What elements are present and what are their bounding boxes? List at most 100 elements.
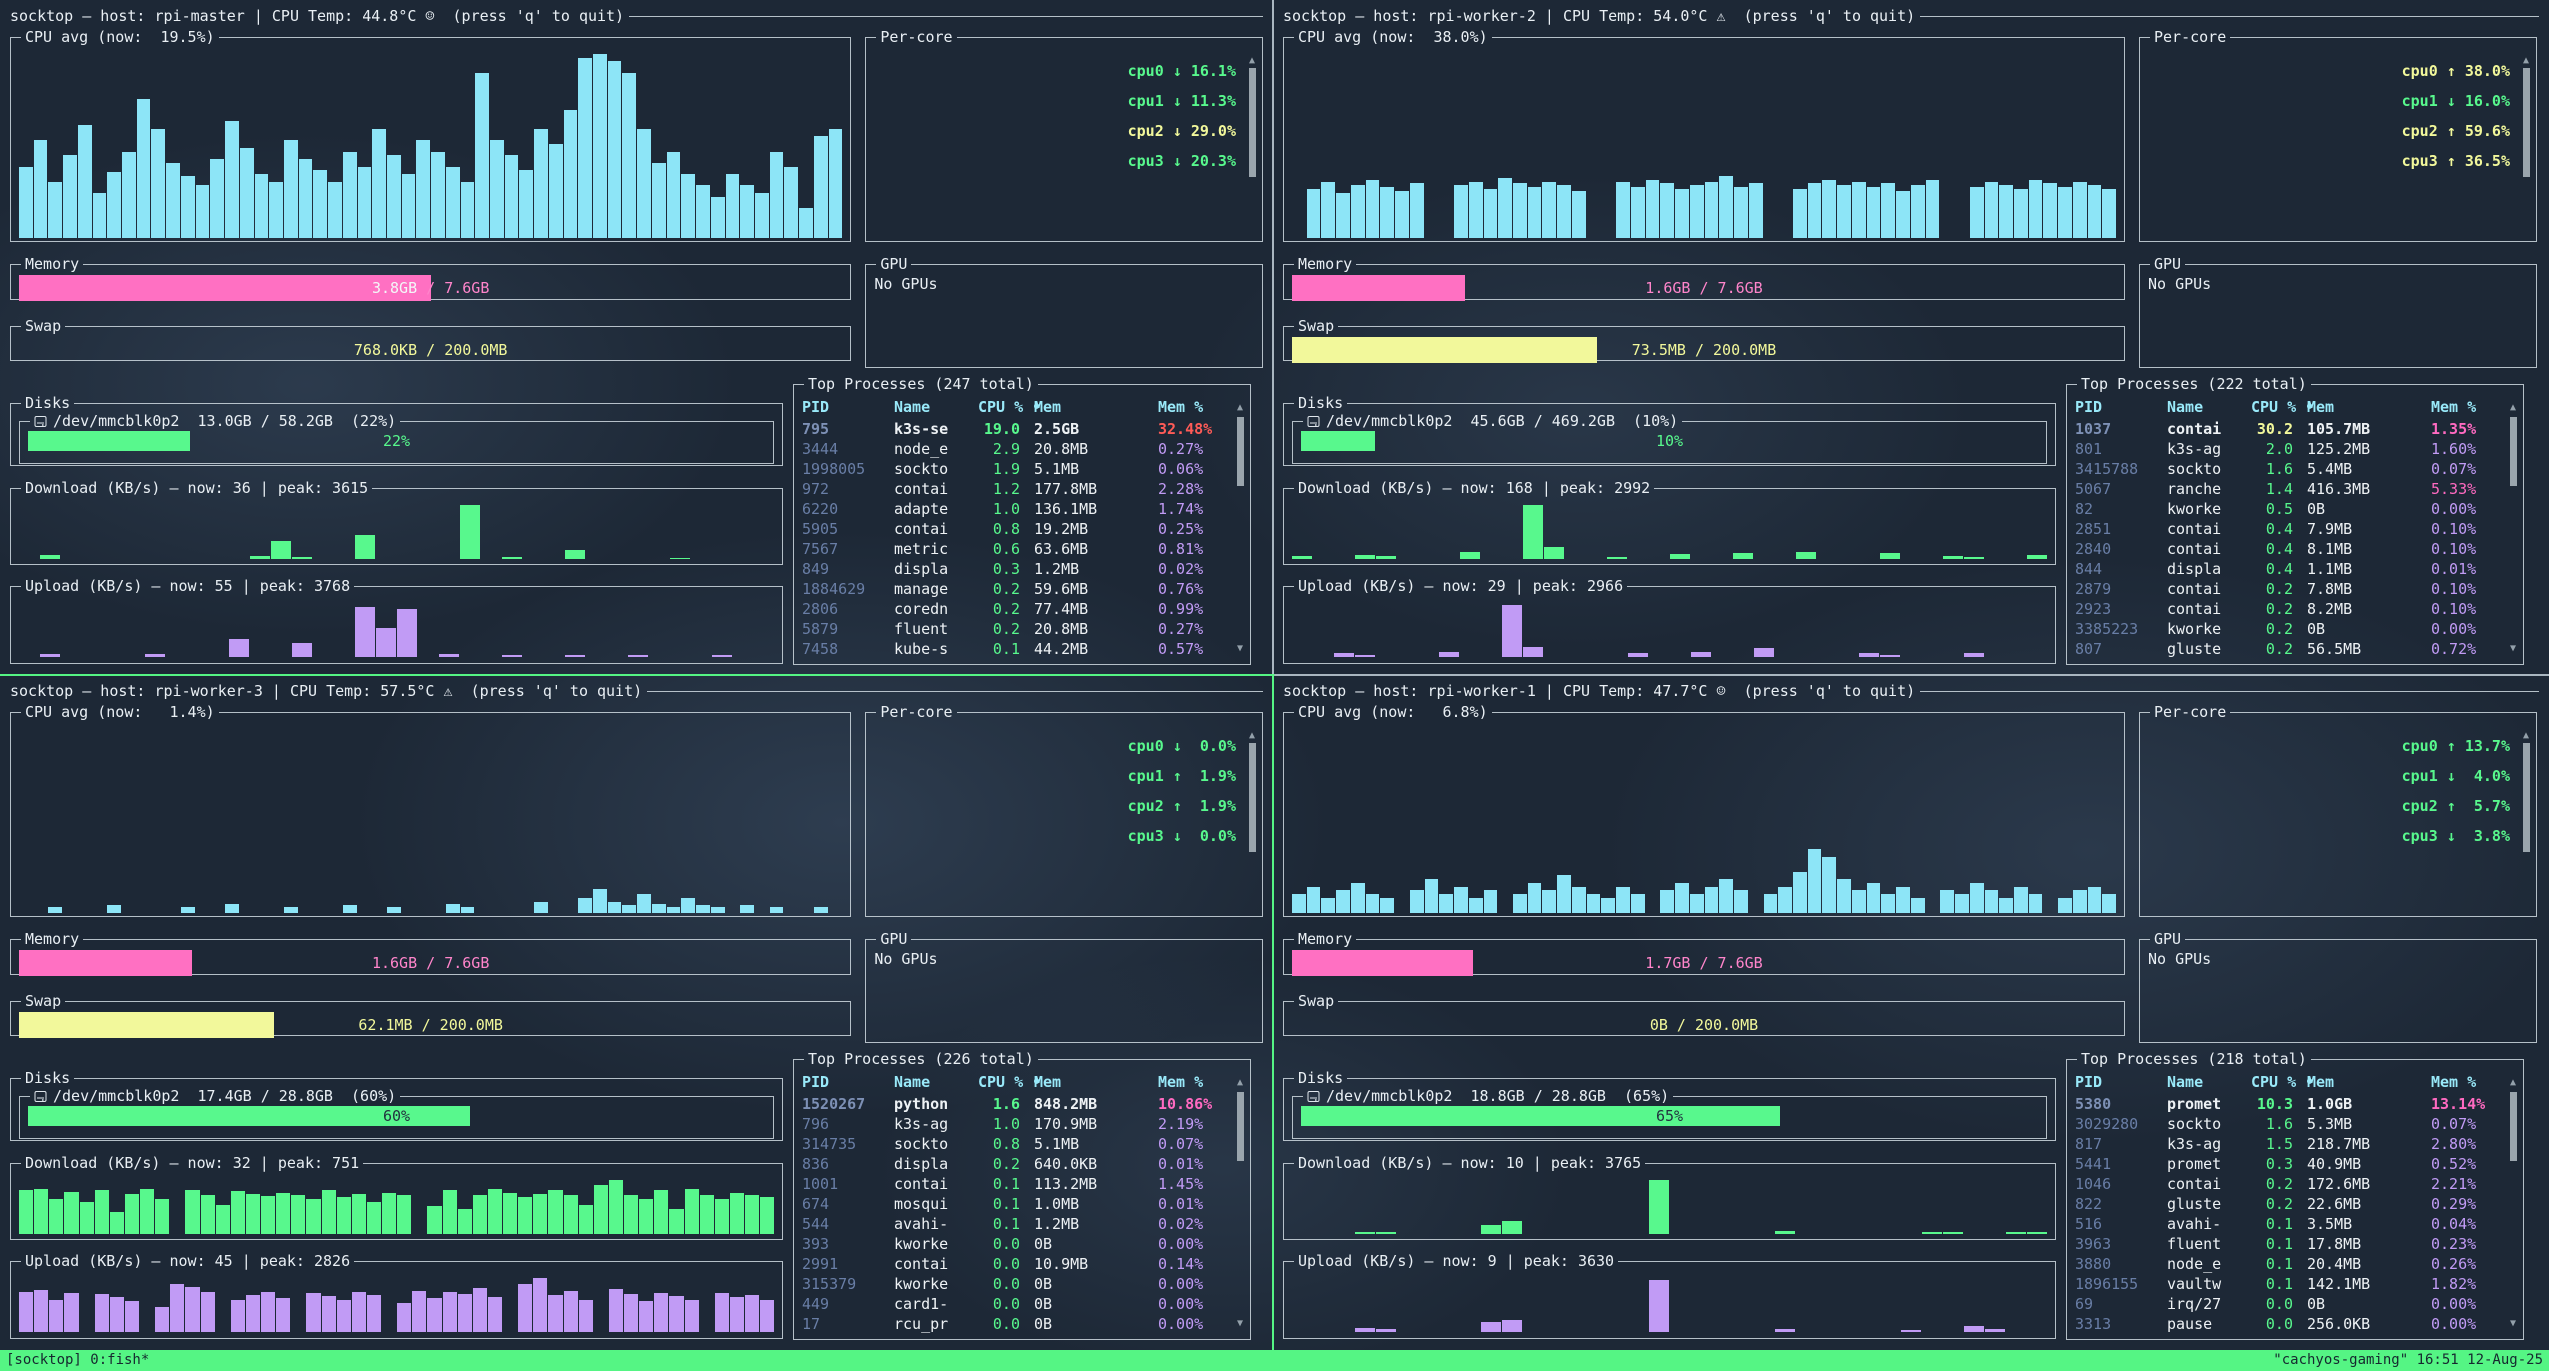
bar bbox=[770, 907, 784, 913]
cell-cpu: 30.2 bbox=[2251, 419, 2307, 439]
process-row: 314735sockto0.85.1MB0.07% bbox=[802, 1134, 1224, 1154]
cell-name: displa bbox=[894, 559, 978, 579]
tmux-window-list[interactable]: [socktop] 0:fish* bbox=[6, 1350, 149, 1371]
process-scrollbar[interactable]: ▲ ▼ bbox=[1234, 403, 1246, 654]
percore-scrollbar[interactable]: ▲ bbox=[1246, 731, 1258, 906]
bar bbox=[518, 1284, 532, 1332]
scrollbar-thumb[interactable] bbox=[2523, 68, 2530, 177]
processes-panel: Top Processes (247 total) PID Name CPU %… bbox=[793, 375, 1251, 665]
percore-row: cpu2 ↓ 29.0% bbox=[874, 110, 1238, 140]
swap-label: Swap bbox=[1294, 992, 1338, 1010]
scrollbar-track[interactable] bbox=[1237, 413, 1244, 644]
bar bbox=[1775, 1231, 1795, 1234]
cell-cpu: 0.0 bbox=[978, 1234, 1034, 1254]
bar bbox=[624, 1195, 638, 1234]
scrollbar-thumb[interactable] bbox=[1237, 417, 1244, 486]
upload-label: Upload (KB/s) — now: 9 | peak: 3630 bbox=[1294, 1252, 1618, 1270]
disk-percent: 60% bbox=[28, 1106, 765, 1126]
percore-scrollbar[interactable]: ▲ bbox=[1246, 56, 1258, 231]
bar bbox=[151, 129, 165, 238]
scrollbar-track[interactable] bbox=[1237, 1088, 1244, 1319]
scrollbar-track[interactable] bbox=[2510, 413, 2517, 644]
percore-scrollbar[interactable]: ▲ bbox=[2520, 56, 2532, 231]
tmux-horizontal-divider[interactable] bbox=[0, 674, 2549, 676]
percore-row: cpu0 ↑ 13.7% bbox=[2148, 725, 2512, 755]
bar bbox=[1439, 894, 1453, 913]
cell-pid: 1037 bbox=[2075, 419, 2167, 439]
cell-pid: 82 bbox=[2075, 499, 2167, 519]
header-cpu[interactable]: CPU % • bbox=[978, 1070, 1034, 1094]
bar bbox=[185, 1190, 199, 1234]
bar bbox=[95, 1190, 109, 1234]
cell-cpu: 0.6 bbox=[978, 539, 1034, 559]
process-scrollbar[interactable]: ▲ ▼ bbox=[2507, 1078, 2519, 1329]
percore-scrollbar[interactable]: ▲ bbox=[2520, 731, 2532, 906]
scroll-up-icon[interactable]: ▲ bbox=[2510, 403, 2516, 413]
scroll-up-icon[interactable]: ▲ bbox=[1249, 56, 1255, 66]
header-mem: Mem bbox=[1034, 395, 1158, 419]
disk-net-column: Disks /dev/mmcblk0p2 13.0GB / 58.2GB (22… bbox=[10, 394, 783, 665]
percore-panel: Per-core cpu0 ↑ 38.0%cpu1 ↓ 16.0%cpu2 ↑ … bbox=[2139, 28, 2537, 242]
gpu-label: GPU bbox=[876, 930, 911, 948]
bar bbox=[49, 1300, 63, 1332]
process-row: 7567metric0.663.6MB0.81% bbox=[802, 539, 1224, 559]
bar bbox=[397, 1195, 411, 1234]
bar bbox=[1544, 547, 1564, 559]
bar bbox=[475, 73, 489, 238]
scroll-down-icon[interactable]: ▼ bbox=[2510, 644, 2516, 654]
scrollbar-thumb[interactable] bbox=[1249, 743, 1256, 852]
scrollbar-thumb[interactable] bbox=[2510, 1092, 2517, 1161]
cell-name: rcu_pr bbox=[894, 1314, 978, 1334]
bar bbox=[681, 174, 695, 238]
bar bbox=[2058, 187, 2072, 238]
cell-memp: 0.23% bbox=[2431, 1234, 2497, 1254]
core-label: cpu3 ↓ 20.3% bbox=[1116, 152, 1236, 170]
bar bbox=[446, 167, 460, 238]
bar bbox=[313, 170, 327, 238]
disk-icon bbox=[1307, 1090, 1320, 1103]
scroll-up-icon[interactable]: ▲ bbox=[2510, 1078, 2516, 1088]
cell-memp: 0.06% bbox=[1158, 459, 1224, 479]
cell-pid: 3415788 bbox=[2075, 459, 2167, 479]
bar bbox=[1691, 652, 1711, 657]
scrollbar-thumb[interactable] bbox=[1237, 1092, 1244, 1161]
process-row: 393kworke0.00B0.00% bbox=[802, 1234, 1224, 1254]
process-scrollbar[interactable]: ▲ ▼ bbox=[1234, 1078, 1246, 1329]
bar bbox=[1528, 883, 1542, 913]
bar bbox=[1649, 1180, 1669, 1234]
scrollbar-thumb[interactable] bbox=[2523, 743, 2530, 852]
header-cpu[interactable]: CPU % • bbox=[2251, 395, 2307, 419]
scrollbar-track[interactable] bbox=[2510, 1088, 2517, 1319]
cell-cpu: 0.1 bbox=[2251, 1234, 2307, 1254]
memory-label: Memory bbox=[1294, 255, 1356, 273]
bar bbox=[306, 1293, 320, 1332]
bar bbox=[533, 1194, 547, 1234]
scroll-up-icon[interactable]: ▲ bbox=[1237, 403, 1243, 413]
cell-mem: 136.1MB bbox=[1034, 499, 1158, 519]
cell-memp: 0.10% bbox=[2431, 539, 2497, 559]
scroll-up-icon[interactable]: ▲ bbox=[1249, 731, 1255, 741]
cell-name: promet bbox=[2167, 1094, 2251, 1114]
scrollbar-thumb[interactable] bbox=[1249, 68, 1256, 177]
scroll-up-icon[interactable]: ▲ bbox=[1237, 1078, 1243, 1088]
scrollbar-thumb[interactable] bbox=[2510, 417, 2517, 486]
bar bbox=[639, 1301, 653, 1332]
bar bbox=[170, 1284, 184, 1332]
swap-label: Swap bbox=[21, 317, 65, 335]
cell-pid: 315379 bbox=[802, 1274, 894, 1294]
cpu-row: CPU avg (now: 6.8%) Per-core cpu0 ↑ 13.7… bbox=[1283, 703, 2539, 917]
scroll-down-icon[interactable]: ▼ bbox=[2510, 1319, 2516, 1329]
header-cpu[interactable]: CPU % • bbox=[978, 395, 1034, 419]
disks-panel: Disks /dev/mmcblk0p2 18.8GB / 28.8GB (65… bbox=[1283, 1069, 2056, 1141]
scroll-down-icon[interactable]: ▼ bbox=[1237, 644, 1243, 654]
cell-cpu: 0.2 bbox=[2251, 1194, 2307, 1214]
percore-row: cpu0 ↓ 0.0% bbox=[874, 725, 1238, 755]
header-cpu[interactable]: CPU % • bbox=[2251, 1070, 2307, 1094]
download-chart bbox=[1292, 503, 2047, 559]
core-spark-chart bbox=[2148, 114, 2384, 140]
scroll-down-icon[interactable]: ▼ bbox=[1237, 1319, 1243, 1329]
scroll-up-icon[interactable]: ▲ bbox=[2523, 56, 2529, 66]
scroll-up-icon[interactable]: ▲ bbox=[2523, 731, 2529, 741]
cell-cpu: 0.1 bbox=[2251, 1274, 2307, 1294]
process-scrollbar[interactable]: ▲ ▼ bbox=[2507, 403, 2519, 654]
